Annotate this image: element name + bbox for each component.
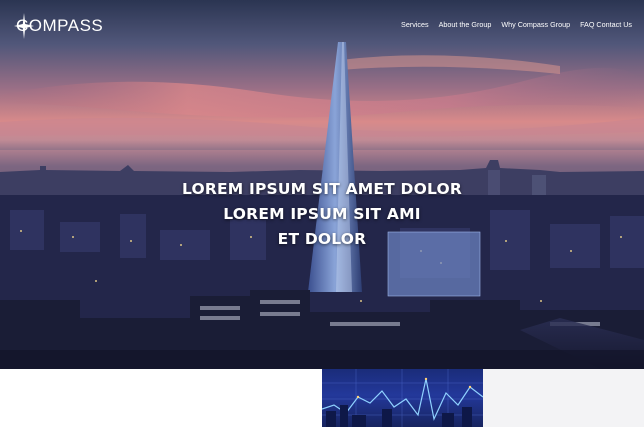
top-nav: COMPASS Services About the Group Why Com… [0,0,644,52]
content-section [0,369,644,427]
feature-tile-blank [483,369,644,427]
hero-banner: COMPASS Services About the Group Why Com… [0,0,644,369]
hero-headline-line: ET DOLOR [277,230,367,248]
nav-item-services[interactable]: Services [401,20,429,29]
nav-menu: Services About the Group Why Compass Gro… [391,20,632,29]
nav-item-about-the-group[interactable]: About the Group [439,20,492,29]
compass-star-icon [14,13,34,39]
hero-headline-line: LOREM IPSUM SIT AMI [223,205,421,223]
finance-chart-image [322,369,483,427]
hero-headline: LOREM IPSUM SIT AMET DOLOR LOREM IPSUM S… [0,177,644,252]
nav-item-faq-contact-us[interactable]: FAQ Contact Us [580,20,632,29]
logo[interactable]: COMPASS [14,13,103,39]
feature-tile-image [322,369,483,427]
nav-item-why-compass-group[interactable]: Why Compass Group [501,20,570,29]
hero-headline-line: LOREM IPSUM SIT AMET DOLOR [181,180,463,198]
